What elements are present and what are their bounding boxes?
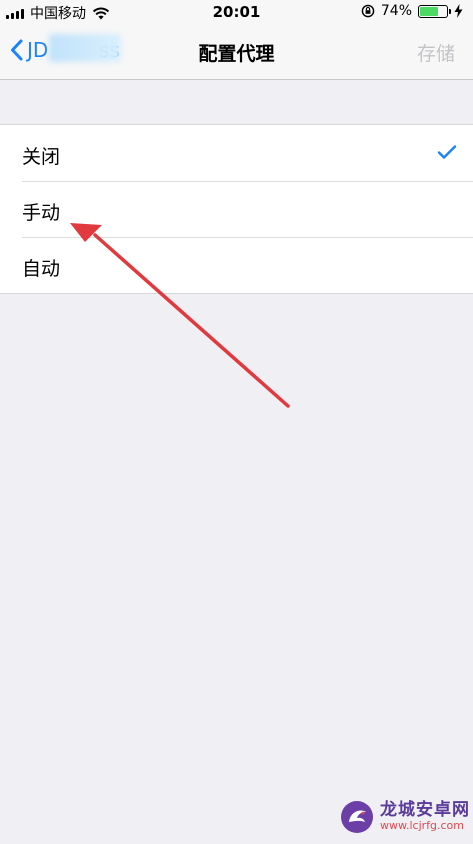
watermark-title: 龙城安卓网 [380,800,470,821]
save-button[interactable]: 存储 [417,39,455,66]
proxy-options-list: 关闭 手动 自动 [0,124,473,294]
watermark: 龙城安卓网 www.lcjrfg.com [340,800,470,834]
option-auto[interactable]: 自动 [0,237,473,293]
orientation-lock-icon [361,4,375,18]
watermark-text: 龙城安卓网 www.lcjrfg.com [380,800,470,833]
option-off[interactable]: 关闭 [0,125,473,181]
battery-icon [418,4,451,18]
back-label: JD ss [27,34,121,62]
navigation-bar: JD ss 配置代理 存储 [0,24,473,80]
chevron-left-icon [11,39,23,61]
charging-bolt-icon [454,4,463,18]
option-label: 关闭 [22,146,61,168]
redaction-blur [49,34,121,62]
checkmark-icon [437,145,457,159]
back-button[interactable]: JD ss [10,34,121,62]
battery-fill [420,6,438,16]
dragon-logo-icon [341,801,373,833]
option-label: 自动 [22,258,61,280]
battery-percent: 74% [380,3,412,19]
option-manual[interactable]: 手动 [0,181,473,237]
status-bar: 中国移动 20:01 74% [0,0,473,24]
status-right: 74% [361,3,463,19]
option-label: 手动 [22,202,61,224]
watermark-url: www.lcjrfg.com [380,819,465,833]
